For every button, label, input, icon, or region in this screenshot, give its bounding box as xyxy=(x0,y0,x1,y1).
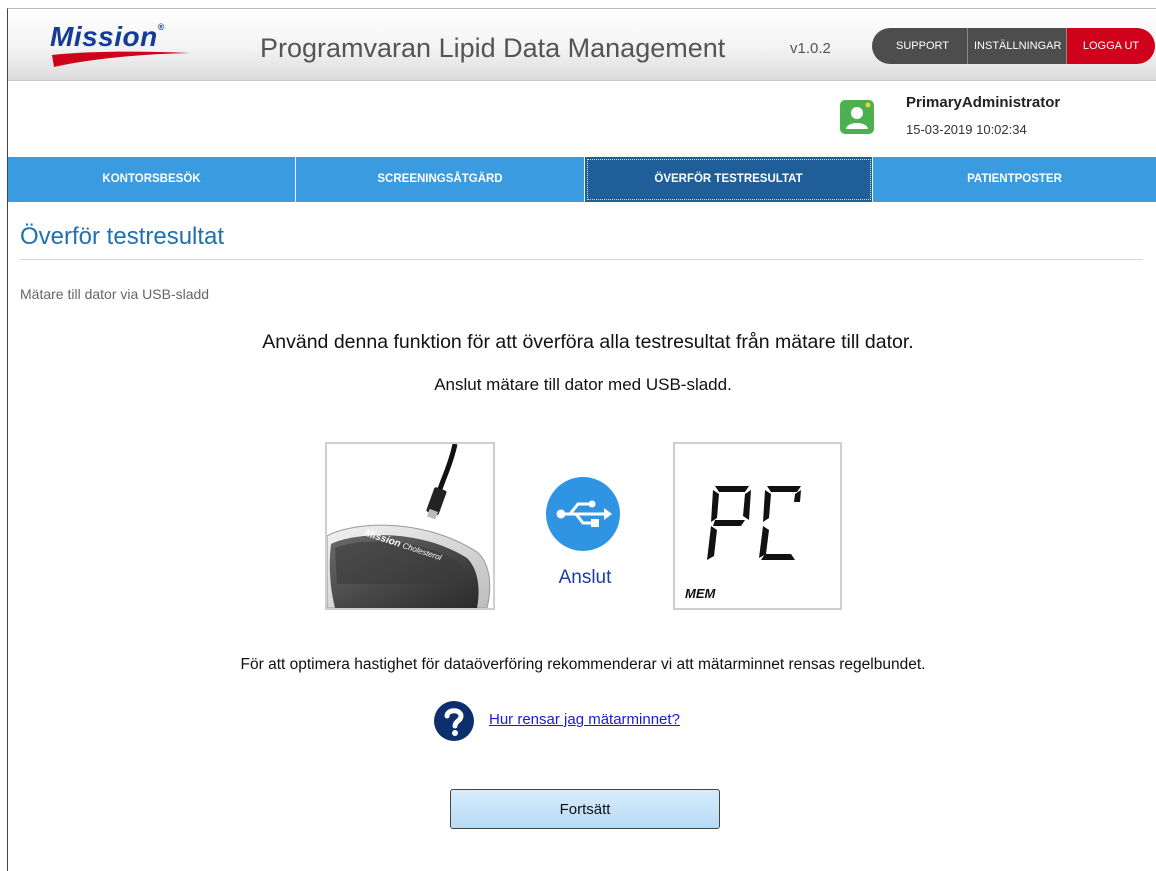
memory-note: För att optimera hastighet för dataöverf… xyxy=(240,656,926,673)
meter-device-icon xyxy=(327,444,491,608)
support-button[interactable]: SUPPORT xyxy=(872,28,968,64)
connect-label: Anslut xyxy=(558,567,612,588)
mem-label: MEM xyxy=(685,586,716,601)
app-header: Mission® Programvaran Lipid Data Managem… xyxy=(8,9,1156,81)
user-avatar-icon xyxy=(840,100,874,134)
version-label: v1.0.2 xyxy=(790,40,831,57)
logout-button[interactable]: LOGGA UT xyxy=(1067,28,1155,64)
usb-icon xyxy=(546,477,620,551)
top-button-group: SUPPORT INSTÄLLNINGAR LOGGA UT xyxy=(872,28,1155,64)
pc-display-text xyxy=(705,474,815,569)
tab-screeningsatgard[interactable]: SCREENINGSÅTGÄRD xyxy=(296,157,585,202)
main-nav: KONTORSBESÖK SCREENINGSÅTGÄRD ÖVERFÖR TE… xyxy=(8,157,1156,202)
intro-text: Använd denna funktion för att överföra a… xyxy=(262,331,914,353)
meter-display-image: MEM xyxy=(673,442,842,610)
title-divider xyxy=(20,259,1142,260)
help-link[interactable]: Hur rensar jag mätarminnet? xyxy=(489,711,680,728)
continue-button[interactable]: Fortsätt xyxy=(450,789,720,829)
settings-button[interactable]: INSTÄLLNINGAR xyxy=(968,28,1067,64)
tab-patientposter[interactable]: PATIENTPOSTER xyxy=(873,157,1156,202)
logo-swoosh-icon xyxy=(52,51,190,67)
tab-overfor-testresultat[interactable]: ÖVERFÖR TESTRESULTAT xyxy=(585,157,873,202)
mission-logo: Mission® xyxy=(50,21,200,75)
page-title: Överför testresultat xyxy=(20,223,225,250)
app-window xyxy=(7,8,1156,871)
user-datetime: 15-03-2019 10:02:34 xyxy=(906,122,1027,137)
app-title: Programvaran Lipid Data Management xyxy=(260,33,726,63)
logo-text: Mission xyxy=(50,21,158,52)
logo-registered-mark: ® xyxy=(157,21,165,32)
instruction-text: Anslut mätare till dator med USB-sladd. xyxy=(434,375,732,394)
user-name: PrimaryAdministrator xyxy=(906,94,1061,111)
page-subheading: Mätare till dator via USB-sladd xyxy=(20,286,210,302)
pc-segment-display-icon xyxy=(707,486,801,560)
meter-image: Mission Cholesterol xyxy=(325,442,495,610)
tab-kontorsbesok[interactable]: KONTORSBESÖK xyxy=(8,157,296,202)
question-mark-icon[interactable] xyxy=(434,701,474,741)
